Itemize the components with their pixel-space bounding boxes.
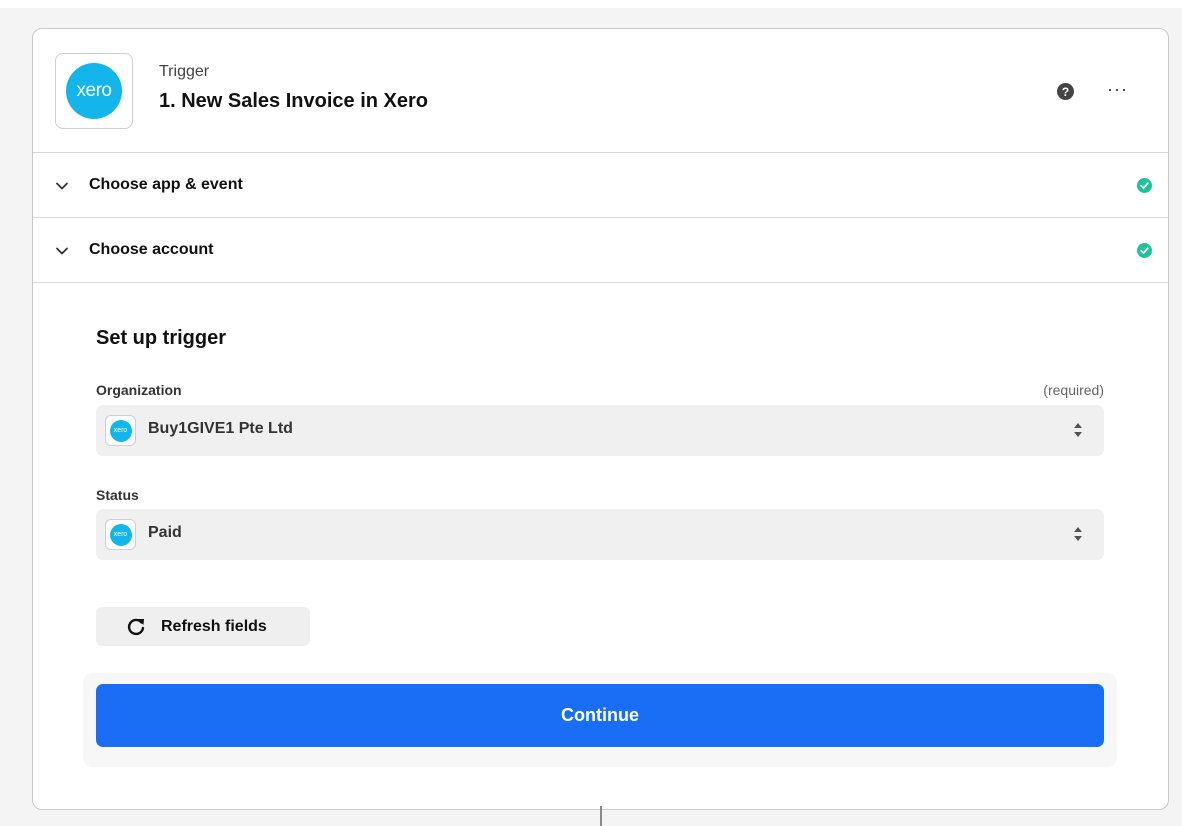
step-header[interactable]: xero Trigger 1. New Sales Invoice in Xer… (33, 29, 1168, 153)
xero-app-icon: xero (105, 519, 136, 550)
updown-icon (1074, 423, 1082, 437)
section-label: Choose account (89, 241, 214, 258)
section-choose-account[interactable]: Choose account (33, 218, 1168, 283)
refresh-fields-label: Refresh fields (161, 618, 267, 635)
step-title: 1. New Sales Invoice in Xero (159, 90, 429, 112)
step-card: xero Trigger 1. New Sales Invoice in Xer… (32, 28, 1169, 810)
refresh-icon (127, 618, 145, 636)
step-connector-line (600, 806, 602, 826)
status-select[interactable]: xero Paid (96, 509, 1104, 560)
xero-logo-icon: xero (66, 63, 122, 119)
section-label: Choose app & event (89, 176, 243, 193)
refresh-fields-button[interactable]: Refresh fields (96, 607, 310, 646)
setup-trigger-section: Set up trigger Organization (required) x… (33, 283, 1168, 809)
help-icon[interactable]: ? (1057, 83, 1074, 100)
chevron-down-icon (56, 247, 68, 255)
top-strip (0, 0, 1182, 8)
continue-button[interactable]: Continue (96, 684, 1104, 747)
status-value: Paid (148, 524, 182, 541)
xero-app-icon: xero (105, 415, 136, 446)
more-options-icon[interactable]: ··· (1107, 79, 1128, 100)
app-tile: xero (55, 53, 133, 129)
organization-label: Organization (96, 382, 182, 398)
step-type-label: Trigger (159, 63, 210, 80)
organization-select[interactable]: xero Buy1GIVE1 Pte Ltd (96, 405, 1104, 456)
check-circle-icon (1137, 178, 1152, 193)
check-circle-icon (1137, 243, 1152, 258)
setup-title: Set up trigger (96, 327, 227, 349)
organization-value: Buy1GIVE1 Pte Ltd (148, 420, 293, 437)
page: xero Trigger 1. New Sales Invoice in Xer… (0, 0, 1182, 826)
section-choose-app-event[interactable]: Choose app & event (33, 153, 1168, 218)
chevron-down-icon (56, 182, 68, 190)
required-indicator: (required) (1043, 382, 1104, 398)
continue-container: Continue (83, 673, 1117, 767)
updown-icon (1074, 527, 1082, 541)
status-label: Status (96, 487, 139, 503)
